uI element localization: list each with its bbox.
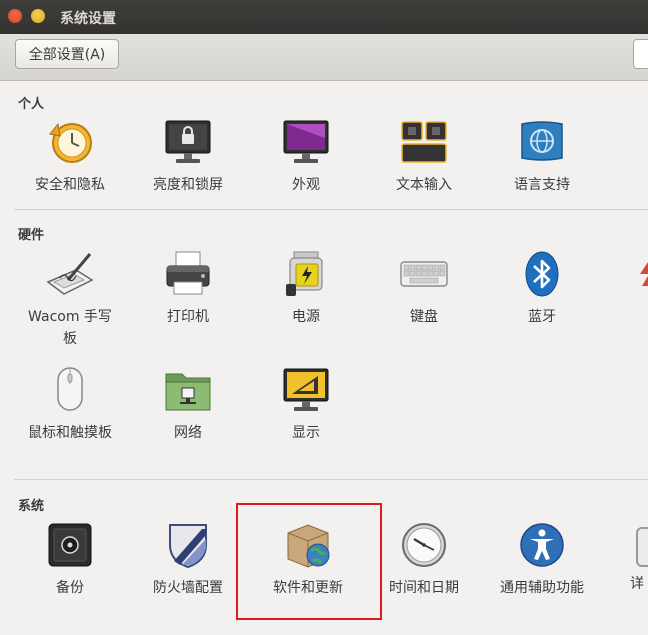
item-universal-access[interactable]: 通用辅助功能 [486, 521, 598, 599]
bluetooth-icon [518, 250, 566, 298]
item-display[interactable]: 显示 [250, 366, 362, 444]
search-input[interactable] [633, 39, 648, 69]
item-brightness-lock[interactable]: 亮度和锁屏 [132, 118, 244, 196]
wacom-tablet-icon [46, 250, 94, 298]
backup-safe-icon [46, 521, 94, 569]
item-label: 时间和日期 [389, 580, 459, 596]
item-label: 亮度和锁屏 [153, 177, 223, 193]
item-text-input[interactable]: 文本输入 [368, 118, 480, 196]
software-package-icon [284, 521, 332, 569]
item-label: 备份 [56, 580, 84, 596]
details-icon [636, 527, 648, 567]
item-backup[interactable]: 备份 [14, 521, 126, 599]
section-title-system: 系统 [18, 499, 45, 514]
power-battery-icon [282, 250, 330, 298]
item-keyboard[interactable]: 键盘 [368, 250, 480, 328]
item-label: 网络 [174, 425, 202, 441]
window-title: 系统设置 [60, 11, 116, 27]
item-details-partial[interactable]: 详 [630, 521, 648, 601]
item-label: 文本输入 [396, 177, 452, 193]
title-bar: 系统设置 [0, 0, 648, 34]
item-language-support[interactable]: 语言支持 [486, 118, 598, 196]
item-label: 软件和更新 [273, 580, 343, 596]
item-label: 语言支持 [514, 177, 570, 193]
printer-icon [164, 250, 212, 298]
section-divider [14, 479, 648, 480]
shield-icon [164, 521, 212, 569]
security-privacy-icon [46, 118, 94, 166]
item-wacom-tablet[interactable]: Wacom 手写板 [14, 250, 126, 350]
item-label: 安全和隐私 [35, 177, 105, 193]
item-label: 电源 [292, 309, 320, 325]
item-security-privacy[interactable]: 安全和隐私 [14, 118, 126, 196]
item-label: 鼠标和触摸板 [28, 425, 112, 441]
system-settings-window: 系统设置 全部设置(A) 个人 安全和隐私 亮度和锁屏 外观 文本输入 语言支持… [0, 0, 648, 635]
item-appearance[interactable]: 外观 [250, 118, 362, 196]
appearance-icon [282, 118, 330, 166]
section-title-personal: 个人 [18, 97, 45, 112]
close-window-button[interactable] [8, 9, 22, 23]
item-software-updates[interactable]: 软件和更新 [252, 521, 364, 599]
item-label: 通用辅助功能 [500, 580, 584, 596]
display-icon [282, 366, 330, 414]
text-input-icon [400, 118, 448, 166]
section-divider [14, 209, 648, 210]
item-label: 蓝牙 [528, 309, 556, 325]
item-label: 打印机 [167, 309, 209, 325]
keyboard-icon [400, 250, 448, 298]
item-label: Wacom 手写板 [28, 309, 112, 347]
item-label: 防火墙配置 [153, 580, 223, 596]
mouse-icon [46, 366, 94, 414]
network-folder-icon [164, 366, 212, 414]
clock-icon [400, 521, 448, 569]
language-support-icon [518, 118, 566, 166]
item-label: 显示 [292, 425, 320, 441]
accessibility-icon [518, 521, 566, 569]
item-network[interactable]: 网络 [132, 366, 244, 444]
item-mouse-touchpad[interactable]: 鼠标和触摸板 [14, 366, 126, 444]
item-time-date[interactable]: 时间和日期 [368, 521, 480, 599]
item-label: 详 [630, 576, 644, 592]
item-label: 键盘 [410, 309, 438, 325]
brightness-lock-icon [164, 118, 212, 166]
item-printer[interactable]: 打印机 [132, 250, 244, 328]
item-firewall[interactable]: 防火墙配置 [132, 521, 244, 599]
item-bluetooth[interactable]: 蓝牙 [486, 250, 598, 328]
toolbar: 全部设置(A) [0, 34, 648, 81]
item-power[interactable]: 电源 [250, 250, 362, 328]
minimize-window-button[interactable] [31, 9, 45, 23]
item-label: 外观 [292, 177, 320, 193]
partial-icon [636, 262, 648, 292]
all-settings-button[interactable]: 全部设置(A) [15, 39, 119, 69]
section-title-hardware: 硬件 [18, 228, 45, 243]
